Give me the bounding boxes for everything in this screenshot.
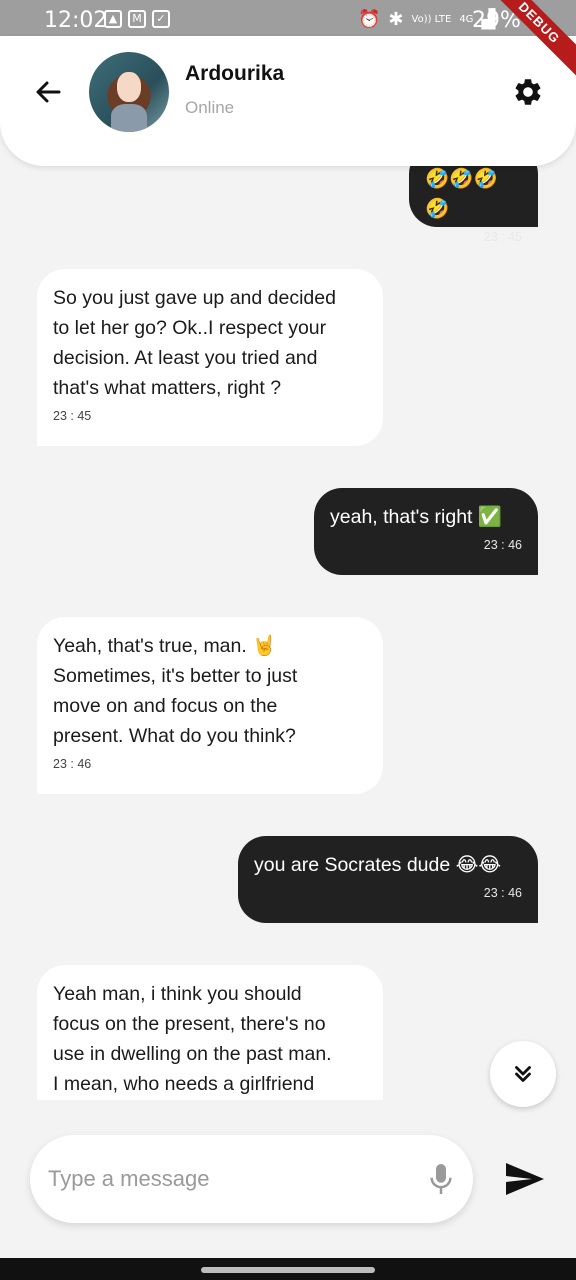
message-input[interactable] [48,1157,408,1201]
status-time: 12:02 [44,8,108,33]
message-bubble-received[interactable]: So you just gave up and decided to let h… [37,269,383,446]
volte-icon: Vo)) LTE [411,13,452,25]
gear-icon [515,79,541,105]
notification-icons: ▲ M ✓ [104,10,170,28]
alarm-icon: ⏰ [358,9,381,30]
avatar-face [117,72,141,102]
message-time: 23 : 46 [483,886,522,900]
message-text: Yeah, that's true, man. 🤘 Sometimes, it'… [53,635,298,747]
message-bubble-sent[interactable]: you are Socrates dude 😂😂 23 : 46 [238,836,538,923]
message-text: yeah, that's right ✅ [330,506,503,528]
message-text: 🤣🤣🤣🤣 [425,168,498,220]
mic-button[interactable] [426,1161,456,1197]
status-bar: 12:02 ▲ M ✓ ⏰ ✱ Vo)) LTE 4G ▟ 29% [0,0,576,40]
message-time: 23 : 45 [53,409,92,423]
check-notification-icon: ✓ [152,10,170,28]
scroll-to-bottom-button[interactable] [490,1041,556,1107]
message-bubble-sent[interactable]: 🤣🤣🤣🤣 23 : 45 [409,166,538,244]
message-list[interactable]: 🤣🤣🤣🤣 23 : 45 So you just gave up and dec… [0,166,576,1100]
send-button[interactable] [504,1161,546,1197]
back-button[interactable] [32,76,64,108]
message-time: 23 : 46 [483,538,522,552]
mic-icon [430,1164,452,1194]
avatar-body [111,104,147,132]
bluetooth-icon: ✱ [388,9,404,30]
message-text: you are Socrates dude 😂😂 [254,854,502,876]
contact-name: Ardourika [185,62,285,85]
message-composer [30,1135,473,1223]
message-bubble-received[interactable]: Yeah, that's true, man. 🤘 Sometimes, it'… [37,617,383,794]
message-time: 23 : 46 [53,757,92,771]
message-bubble-sent[interactable]: yeah, that's right ✅ 23 : 46 [314,488,538,575]
contact-status: Online [185,98,235,117]
gallery-icon: ▲ [104,10,122,28]
send-icon [506,1163,544,1195]
message-bubble-received[interactable]: Yeah man, i think you should focus on th… [37,965,383,1100]
message-text: So you just gave up and decided to let h… [53,287,336,399]
message-text: Yeah man, i think you should focus on th… [53,983,332,1095]
contact-avatar[interactable] [89,52,169,132]
gmail-icon: M [128,10,146,28]
message-time: 23 : 45 [483,230,522,244]
settings-button[interactable] [512,76,544,108]
chat-screen: 12:02 ▲ M ✓ ⏰ ✱ Vo)) LTE 4G ▟ 29% DEBUG … [0,0,576,1280]
arrow-back-icon [36,81,61,103]
system-nav-bar [0,1258,576,1280]
double-chevron-down-icon [515,1066,531,1082]
home-indicator[interactable] [201,1267,375,1273]
chat-header: Ardourika Online [0,36,576,166]
